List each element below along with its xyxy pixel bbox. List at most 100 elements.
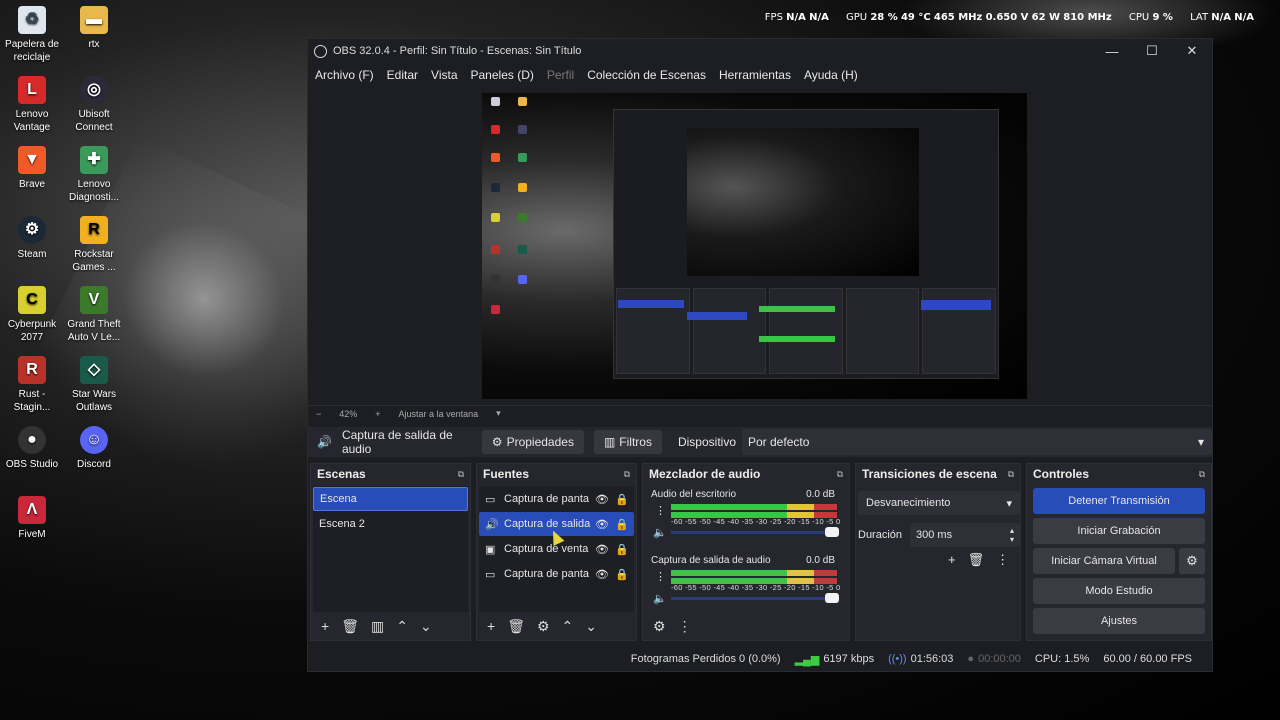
desktop-icon-brave[interactable]: ▼ Brave bbox=[0, 146, 64, 191]
minimize-button[interactable]: — bbox=[1092, 44, 1132, 59]
preview-area[interactable] bbox=[308, 87, 1212, 407]
menu-vista[interactable]: Vista bbox=[431, 68, 457, 82]
undock-icon[interactable]: ⧉ bbox=[837, 469, 843, 480]
desktop-icon-fivem[interactable]: Λ FiveM bbox=[0, 496, 64, 541]
lock-icon[interactable]: 🔒 bbox=[612, 568, 632, 581]
stop-stream-button[interactable]: Detener Transmisión bbox=[1033, 488, 1205, 514]
transition-select[interactable]: Desvanecimiento ▾ bbox=[858, 491, 1020, 515]
menu-paneles[interactable]: Paneles (D) bbox=[471, 68, 534, 82]
gear-icon[interactable]: ⚙ bbox=[1179, 548, 1205, 574]
lock-icon[interactable]: 🔒 bbox=[612, 543, 632, 556]
desktop-icon-steam[interactable]: ⚙ Steam bbox=[0, 216, 64, 261]
gear-icon[interactable]: ⚙ bbox=[537, 618, 550, 635]
desktop-icon-rtx[interactable]: ▬ rtx bbox=[62, 6, 126, 51]
close-button[interactable]: ✕ bbox=[1172, 43, 1212, 59]
desktop-icon-obs[interactable]: ● OBS Studio bbox=[0, 426, 64, 471]
kebab-icon[interactable]: ⋮ bbox=[655, 570, 666, 583]
trash-icon[interactable]: 🗑 bbox=[507, 618, 525, 635]
menu-coleccion[interactable]: Colección de Escenas bbox=[587, 68, 706, 82]
bitrate: 6197 kbps bbox=[823, 653, 875, 665]
arrow-down-icon[interactable]: ⌄ bbox=[585, 618, 597, 635]
sources-toolbar: + 🗑 ⚙ ⌃ ⌄ bbox=[481, 614, 632, 638]
virtual-camera-button[interactable]: Iniciar Cámara Virtual bbox=[1033, 548, 1175, 574]
advanced-audio-icon[interactable]: ⚙ bbox=[653, 618, 666, 635]
source-item[interactable]: ▭ Captura de panta 👁 🔒 bbox=[479, 562, 634, 586]
desktop-icon-ubisoft[interactable]: ◎ Ubisoft Connect bbox=[62, 76, 126, 134]
kebab-icon[interactable]: ⋮ bbox=[655, 504, 666, 517]
source-item[interactable]: ▭ Captura de panta 👁 🔒 bbox=[479, 487, 634, 511]
duration-spinner[interactable]: 300 ms ▴ ▾ bbox=[910, 523, 1020, 547]
kebab-icon[interactable]: ⋮ bbox=[996, 552, 1009, 568]
add-icon[interactable]: + bbox=[321, 618, 329, 634]
trash-icon[interactable]: 🗑 bbox=[968, 552, 985, 568]
desktop-icon-gta[interactable]: V Grand Theft Auto V Le... bbox=[62, 286, 126, 344]
trash-icon[interactable]: 🗑 bbox=[341, 618, 359, 635]
chevron-down-icon: ▾ bbox=[1006, 497, 1012, 510]
scene-item[interactable]: Escena 2 bbox=[313, 512, 468, 536]
arrow-down-icon[interactable]: ⌄ bbox=[420, 618, 432, 635]
ubisoft-icon: ◎ bbox=[80, 76, 108, 104]
volume-icon[interactable]: 🔈 bbox=[653, 526, 667, 539]
fps-readout: 60.00 / 60.00 FPS bbox=[1103, 653, 1192, 665]
menu-herramientas[interactable]: Herramientas bbox=[719, 68, 791, 82]
maximize-button[interactable]: ☐ bbox=[1132, 43, 1172, 59]
eye-icon[interactable]: 👁 bbox=[592, 543, 612, 556]
desktop-icon-recycle-bin[interactable]: ♻ Papelera de reciclaje bbox=[0, 6, 64, 64]
menu-bar: Archivo (F) Editar Vista Paneles (D) Per… bbox=[308, 63, 1212, 87]
scenes-dock: Escenas ⧉ Escena Escena 2 + 🗑 ▥ ⌃ ⌄ bbox=[310, 463, 471, 641]
system-stats-overlay: FPS N/A N/A GPU 28 % 49 °C 465 MHz 0.650… bbox=[764, 12, 1254, 23]
chevron-down-icon[interactable]: ▾ bbox=[496, 408, 501, 419]
desktop-icon-rust[interactable]: R Rust - Stagin... bbox=[0, 356, 64, 414]
desktop-icon-lenovo-diagnostics[interactable]: ✚ Lenovo Diagnosti... bbox=[62, 146, 126, 204]
preview-canvas[interactable] bbox=[482, 93, 1027, 399]
volume-slider[interactable] bbox=[671, 527, 839, 537]
volume-icon[interactable]: 🔈 bbox=[653, 592, 667, 605]
slider-knob[interactable] bbox=[825, 527, 839, 537]
filter-icon[interactable]: ▥ bbox=[371, 618, 384, 635]
settings-button[interactable]: Ajustes bbox=[1033, 608, 1205, 634]
duration-row: Duración 300 ms ▴ ▾ bbox=[858, 523, 1020, 547]
zoom-out-button[interactable]: − bbox=[316, 409, 321, 419]
scene-item[interactable]: Escena bbox=[313, 487, 468, 511]
title-bar[interactable]: OBS 32.0.4 - Perfil: Sin Título - Escena… bbox=[308, 39, 1212, 63]
eye-icon[interactable]: 👁 bbox=[592, 518, 612, 531]
undock-icon[interactable]: ⧉ bbox=[458, 469, 464, 480]
device-select[interactable]: Por defecto ▾ bbox=[742, 429, 1212, 455]
desktop-icon-rockstar[interactable]: R Rockstar Games ... bbox=[62, 216, 126, 274]
menu-archivo[interactable]: Archivo (F) bbox=[315, 68, 374, 82]
eye-icon[interactable]: 👁 bbox=[592, 493, 612, 506]
fit-window-select[interactable]: Ajustar a la ventana bbox=[399, 409, 479, 419]
arrow-up-icon[interactable]: ⌃ bbox=[562, 618, 574, 635]
volume-slider[interactable] bbox=[671, 593, 839, 603]
slider-knob[interactable] bbox=[825, 593, 839, 603]
menu-ayuda[interactable]: Ayuda (H) bbox=[804, 68, 858, 82]
lock-icon[interactable]: 🔒 bbox=[612, 493, 632, 506]
eye-icon[interactable]: 👁 bbox=[592, 568, 612, 581]
menu-editar[interactable]: Editar bbox=[387, 68, 418, 82]
undock-icon[interactable]: ⧉ bbox=[1008, 469, 1014, 480]
desktop-icon-cyberpunk[interactable]: C Cyberpunk 2077 bbox=[0, 286, 64, 344]
studio-mode-button[interactable]: Modo Estudio bbox=[1033, 578, 1205, 604]
undock-icon[interactable]: ⧉ bbox=[624, 469, 630, 480]
desktop-icon-discord[interactable]: ☺ Discord bbox=[62, 426, 126, 471]
source-label: Captura de salida bbox=[504, 518, 591, 530]
properties-button[interactable]: ⚙ Propiedades bbox=[481, 430, 584, 454]
lock-icon[interactable]: 🔒 bbox=[612, 518, 632, 531]
add-icon[interactable]: + bbox=[948, 552, 956, 568]
desktop-icon-lenovo-vantage[interactable]: L Lenovo Vantage bbox=[0, 76, 64, 134]
undock-icon[interactable]: ⧉ bbox=[1199, 469, 1205, 480]
mixer-header: Mezclador de audio ⧉ bbox=[643, 464, 849, 484]
zoom-in-button[interactable]: + bbox=[375, 409, 380, 419]
add-icon[interactable]: + bbox=[487, 618, 495, 634]
desktop-icon-star-wars[interactable]: ◇ Star Wars Outlaws bbox=[62, 356, 126, 414]
dropped-frames: Fotogramas Perdidos 0 (0.0%) bbox=[630, 653, 781, 665]
menu-perfil[interactable]: Perfil bbox=[547, 68, 574, 82]
speaker-icon: 🔊 bbox=[317, 435, 332, 449]
start-recording-button[interactable]: Iniciar Grabación bbox=[1033, 518, 1205, 544]
spinner-arrows-icon[interactable]: ▴ ▾ bbox=[1010, 526, 1014, 544]
track-db: 0.0 dB bbox=[806, 555, 835, 566]
filters-button[interactable]: ▥ Filtros bbox=[593, 430, 662, 454]
filters-label: Filtros bbox=[619, 435, 652, 449]
kebab-icon[interactable]: ⋮ bbox=[678, 618, 692, 635]
arrow-up-icon[interactable]: ⌃ bbox=[396, 618, 408, 635]
